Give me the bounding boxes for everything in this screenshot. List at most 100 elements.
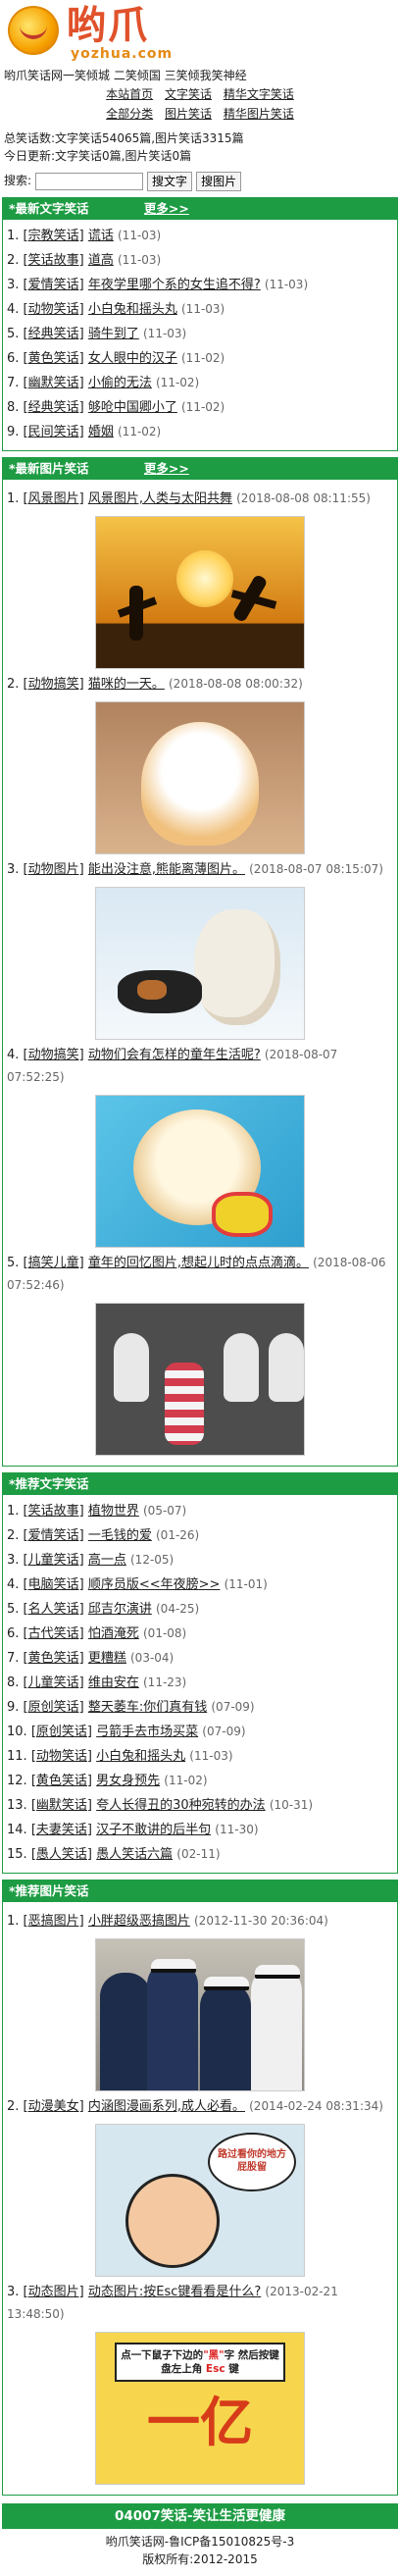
category-link[interactable]: [儿童笑话]	[24, 1675, 84, 1690]
category-link[interactable]: [笑话故事]	[24, 253, 84, 268]
category-link[interactable]: [宗教笑话]	[24, 229, 84, 243]
category-link[interactable]: [电脑笑话]	[24, 1577, 84, 1592]
nav-best-text-jokes[interactable]: 精华文字笑话	[224, 87, 294, 101]
search-input[interactable]	[35, 172, 144, 190]
item-title-link[interactable]: 植物世界	[88, 1504, 139, 1519]
comic-image[interactable]: 路过看你的地方屁股留	[95, 2123, 305, 2277]
category-link[interactable]: [古代笑话]	[24, 1626, 84, 1641]
category-link[interactable]: [经典笑话]	[24, 400, 84, 415]
item-date: (02-11)	[176, 1846, 221, 1861]
list-item: 3. [动物图片] 能出没注意,熊能离薄图片。 (2018-08-07 08:1…	[7, 858, 393, 881]
item-title-link[interactable]: 童年的回忆图片,想起儿时的点点滴滴。	[88, 1256, 309, 1270]
item-title-link[interactable]: 骑牛到了	[88, 327, 139, 341]
nav-home[interactable]: 本站首页	[106, 87, 153, 101]
item-title-link[interactable]: 女人眼中的汉子	[88, 351, 177, 366]
category-link[interactable]: [愚人笑话]	[31, 1847, 92, 1862]
category-link[interactable]: [动物笑话]	[31, 1749, 92, 1764]
category-link[interactable]: [动漫美女]	[24, 2099, 84, 2114]
category-link[interactable]: [恶搞图片]	[24, 1914, 84, 1929]
item-title-link[interactable]: 怕酒淹死	[88, 1626, 139, 1641]
category-link[interactable]: [夫妻笑话]	[31, 1823, 92, 1837]
category-link[interactable]: [原创笑话]	[24, 1700, 84, 1715]
item-date: (2018-08-07 08:15:07)	[249, 861, 383, 876]
item-number: 2.	[7, 1527, 20, 1543]
category-link[interactable]: [黄色笑话]	[24, 351, 84, 366]
item-date: (11-03)	[189, 1748, 233, 1763]
category-link[interactable]: [民间笑话]	[24, 425, 84, 439]
category-link[interactable]: [爱情笑话]	[24, 278, 84, 292]
item-title-link[interactable]: 小白兔和摇头丸	[96, 1749, 185, 1764]
polar-bear-and-dog-image[interactable]	[95, 886, 305, 1040]
item-title-link[interactable]: 维由安在	[88, 1675, 139, 1690]
section-title: *最新文字笑话	[9, 200, 89, 216]
item-title-link[interactable]: 弓箭手去市场买菜	[96, 1725, 198, 1739]
police-photo-image[interactable]	[95, 1937, 305, 2091]
category-link[interactable]: [幽默笑话]	[31, 1798, 92, 1813]
item-title-link[interactable]: 猫咪的一天。	[88, 677, 165, 692]
childhood-memory-image[interactable]	[95, 1302, 305, 1456]
item-title-link[interactable]: 风景图片,人类与太阳共舞	[88, 491, 232, 506]
category-link[interactable]: [原创笑话]	[31, 1725, 92, 1739]
item-title-link[interactable]: 小白兔和摇头丸	[88, 302, 177, 317]
item-title-link[interactable]: 内涵图漫画系列,成人必看。	[88, 2099, 245, 2114]
nav-all-categories[interactable]: 全部分类	[106, 107, 153, 121]
item-title-link[interactable]: 动物们会有怎样的童年生活呢?	[88, 1048, 261, 1062]
item-title-link[interactable]: 婚姻	[88, 425, 114, 439]
puppy-image[interactable]	[95, 1094, 305, 1248]
item-number: 15.	[7, 1846, 27, 1862]
nav-picture-jokes[interactable]: 图片笑话	[165, 107, 212, 121]
item-date: (2014-02-24 08:31:34)	[249, 2098, 383, 2113]
logo-title: 哟爪	[67, 2, 149, 48]
item-title-link[interactable]: 小偷的无法	[88, 376, 152, 390]
item-number: 1.	[7, 1503, 20, 1519]
item-title-link[interactable]: 高一点	[88, 1553, 126, 1568]
category-link[interactable]: [黄色笑话]	[24, 1651, 84, 1666]
category-link[interactable]: [幽默笑话]	[24, 376, 84, 390]
item-title-link[interactable]: 更糟糕	[88, 1651, 126, 1666]
item-title-link[interactable]: 愚人笑话六篇	[96, 1847, 173, 1862]
category-link[interactable]: [儿童笑话]	[24, 1553, 84, 1568]
item-number: 7.	[7, 1650, 20, 1666]
search-image-button[interactable]: 搜图片	[196, 171, 242, 191]
item-title-link[interactable]: 能出没注意,熊能离薄图片。	[88, 862, 245, 877]
category-link[interactable]: [黄色笑话]	[31, 1774, 92, 1788]
item-date: (11-03)	[143, 326, 187, 340]
item-title-link[interactable]: 汉子不敢讲的后半句	[96, 1823, 211, 1837]
esc-key-gif-image[interactable]: 点一下鼠子下边的"黑"字 然后按键盘左上角 Esc 键 一亿	[95, 2331, 305, 2485]
item-title-link[interactable]: 道高	[88, 253, 114, 268]
nav-best-picture-jokes[interactable]: 精华图片笑话	[224, 107, 294, 121]
category-link[interactable]: [风景图片]	[24, 491, 84, 506]
category-link[interactable]: [动物笑话]	[24, 302, 84, 317]
category-link[interactable]: [经典笑话]	[24, 327, 84, 341]
sunset-silhouette-image[interactable]	[95, 515, 305, 669]
search-text-button[interactable]: 搜文字	[147, 171, 193, 191]
more-link[interactable]: 更多>>	[144, 461, 189, 476]
item-date: (03-04)	[130, 1650, 175, 1665]
item-title-link[interactable]: 邱吉尔演讲	[88, 1602, 152, 1617]
item-date: (11-03)	[181, 301, 225, 316]
nav-text-jokes[interactable]: 文字笑话	[165, 87, 212, 101]
item-title-link[interactable]: 动态图片:按Esc键看看是什么?	[88, 2285, 261, 2299]
item-title-link[interactable]: 夸人长得丑的30种宛转的办法	[96, 1798, 266, 1813]
category-link[interactable]: [爱情笑话]	[24, 1528, 84, 1543]
item-title-link[interactable]: 小胖超级恶搞图片	[88, 1914, 190, 1929]
more-link[interactable]: 更多>>	[144, 201, 189, 216]
item-title-link[interactable]: 谎话	[88, 229, 114, 243]
item-title-link[interactable]: 一毛钱的爱	[88, 1528, 152, 1543]
item-title-link[interactable]: 顺序员版<<年夜膀>>	[88, 1577, 221, 1592]
item-title-link[interactable]: 年夜学里哪个系的女生追不得?	[88, 278, 261, 292]
category-link[interactable]: [动物图片]	[24, 862, 84, 877]
category-link[interactable]: [名人笑话]	[24, 1602, 84, 1617]
category-link[interactable]: [动态图片]	[24, 2285, 84, 2299]
category-link[interactable]: [搞笑儿童]	[24, 1256, 84, 1270]
category-link[interactable]: [动物搞笑]	[24, 1048, 84, 1062]
item-title-link[interactable]: 整天萎车:你们真有钱	[88, 1700, 207, 1715]
item-title-link[interactable]: 男女身预先	[96, 1774, 160, 1788]
site-logo[interactable]: 哟爪 yozhua.com	[2, 0, 398, 67]
item-date: (01-08)	[143, 1625, 187, 1640]
cat-image[interactable]	[95, 700, 305, 854]
total-stats: 总笑话数:文字笑话54065篇,图片笑话3315篇	[4, 131, 244, 146]
category-link[interactable]: [动物搞笑]	[24, 677, 84, 692]
item-title-link[interactable]: 够呛中国卿小了	[88, 400, 177, 415]
category-link[interactable]: [笑话故事]	[24, 1504, 84, 1519]
